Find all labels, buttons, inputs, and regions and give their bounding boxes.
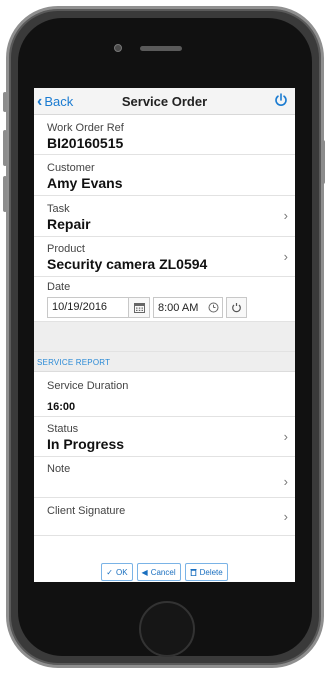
work-order-ref-row: Work Order Ref BI20160515	[34, 115, 295, 155]
date-controls: 10/19/2016 8:00 AM	[47, 297, 295, 318]
home-button[interactable]	[139, 601, 195, 657]
calendar-button[interactable]	[129, 297, 150, 318]
product-row[interactable]: Product Security camera ZL0594 ›	[34, 237, 295, 277]
date-input[interactable]: 10/19/2016	[47, 297, 129, 318]
client-signature-row[interactable]: Client Signature ›	[34, 498, 295, 536]
service-duration-value: 16:00	[47, 401, 76, 413]
cancel-button[interactable]: ◀ Cancel	[136, 563, 181, 581]
service-duration-label: Service Duration	[47, 380, 129, 392]
app-screen: ‹ Back Service Order Work Order Ref BI20…	[34, 88, 295, 582]
work-order-ref-label: Work Order Ref	[47, 122, 124, 134]
time-value: 8:00 AM	[158, 301, 199, 314]
calendar-icon	[133, 303, 145, 313]
product-value: Security camera ZL0594	[47, 256, 208, 272]
task-label: Task	[47, 203, 70, 215]
chevron-right-icon: ›	[283, 248, 288, 264]
navigation-bar: ‹ Back Service Order	[34, 88, 295, 115]
note-label: Note	[47, 463, 71, 475]
task-value: Repair	[47, 216, 91, 232]
date-label: Date	[47, 281, 71, 293]
date-row: Date 10/19/2016 8:00 AM	[34, 277, 295, 322]
customer-row: Customer Amy Evans	[34, 155, 295, 196]
task-row[interactable]: Task Repair ›	[34, 196, 295, 237]
ok-button[interactable]: ✓ OK	[101, 563, 133, 581]
chevron-right-icon: ›	[283, 508, 288, 524]
ok-label: OK	[115, 567, 128, 577]
delete-button[interactable]: Delete	[184, 563, 228, 581]
back-arrow-icon: ◀	[141, 567, 148, 577]
clock-icon[interactable]	[208, 302, 219, 313]
page-title: Service Order	[121, 94, 208, 109]
product-label: Product	[47, 243, 85, 255]
customer-value: Amy Evans	[47, 175, 123, 191]
volume-down-button	[3, 176, 7, 212]
note-row[interactable]: Note ›	[34, 457, 295, 498]
refresh-icon	[232, 303, 241, 313]
client-signature-label: Client Signature	[47, 505, 126, 517]
service-duration-row: Service Duration 16:00	[34, 372, 295, 417]
status-value: In Progress	[47, 436, 125, 452]
power-icon[interactable]	[273, 92, 289, 108]
action-buttons: ✓ OK ◀ Cancel Delete	[34, 563, 295, 581]
chevron-right-icon: ›	[283, 474, 288, 489]
customer-label: Customer	[47, 162, 95, 174]
check-icon: ✓	[106, 567, 113, 577]
earpiece-speaker	[140, 46, 182, 51]
trash-icon	[190, 569, 197, 576]
chevron-right-icon: ›	[283, 208, 288, 223]
power-side-button	[321, 140, 325, 184]
delete-label: Delete	[199, 567, 223, 577]
service-report-header: SERVICE REPORT	[34, 352, 295, 372]
front-camera	[114, 44, 122, 52]
status-row[interactable]: Status In Progress ›	[34, 417, 295, 457]
chevron-right-icon: ›	[283, 428, 288, 444]
status-label: Status	[47, 423, 79, 435]
mute-switch	[3, 92, 7, 112]
time-input[interactable]: 8:00 AM	[153, 297, 223, 318]
cancel-label: Cancel	[150, 567, 176, 577]
volume-up-button	[3, 130, 7, 166]
reset-time-button[interactable]	[226, 297, 247, 318]
work-order-ref-value: BI20160515	[47, 135, 124, 151]
section-spacer	[34, 322, 295, 352]
